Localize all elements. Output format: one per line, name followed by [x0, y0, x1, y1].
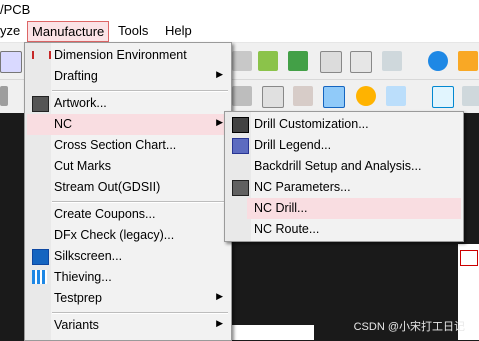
menu-item-drill-customization[interactable]: Drill Customization...: [227, 114, 461, 135]
menu-item-drill-legend[interactable]: Drill Legend...: [227, 135, 461, 156]
camera-icon[interactable]: [232, 86, 252, 106]
menu-item-silkscreen[interactable]: Silkscreen...: [27, 246, 229, 267]
dfa-icon[interactable]: [382, 51, 402, 71]
info-icon[interactable]: [428, 51, 448, 71]
menu-item-nc-drill[interactable]: NC Drill...: [247, 198, 461, 219]
toolbar-handle-icon: [0, 86, 8, 106]
menu-item-nc-parameters[interactable]: NC Parameters...: [227, 177, 461, 198]
menu-item-backdrill-setup[interactable]: Backdrill Setup and Analysis...: [227, 156, 461, 177]
menu-manufacture[interactable]: Manufacture: [27, 21, 110, 42]
menu-item-create-coupons[interactable]: Create Coupons...: [27, 204, 229, 225]
submenu-arrow-icon: ▶: [216, 291, 223, 301]
menu-separator: [52, 312, 228, 314]
thieving-icon: [32, 270, 47, 284]
select-icon[interactable]: [323, 86, 345, 108]
drill-legend-icon: [232, 138, 249, 154]
nc-submenu: Drill Customization... Drill Legend... B…: [224, 111, 464, 242]
dimension-icon: [32, 51, 51, 59]
toolbar-tool-icon[interactable]: [232, 51, 252, 71]
menu-item-testprep[interactable]: Testprep ▶: [27, 288, 229, 309]
highlight-icon[interactable]: [356, 86, 376, 106]
dfm-icon[interactable]: [350, 51, 372, 73]
array-icon[interactable]: [386, 86, 406, 106]
status-panel: [232, 325, 314, 340]
panel-tool-icon[interactable]: [460, 250, 478, 266]
menu-tools[interactable]: Tools: [118, 23, 148, 38]
menu-analyze[interactable]: yze: [0, 23, 20, 38]
menu-item-cut-marks[interactable]: Cut Marks: [27, 156, 229, 177]
slide-icon[interactable]: [462, 86, 479, 106]
menu-item-nc-route[interactable]: NC Route...: [227, 219, 461, 240]
menu-item-nc[interactable]: NC ▶: [27, 114, 229, 135]
menu-help[interactable]: Help: [165, 23, 192, 38]
menu-bar: yze Manufacture Tools Help: [0, 20, 479, 43]
title-bar: /PCB: [0, 0, 479, 20]
manufacture-menu: Dimension Environment Drafting ▶ Artwork…: [24, 42, 232, 341]
component-icon[interactable]: [258, 51, 278, 71]
watermark: CSDN @小宋打工日记: [353, 321, 465, 333]
submenu-arrow-icon: ▶: [216, 117, 223, 127]
grid-icon[interactable]: [320, 51, 342, 73]
refdes-icon[interactable]: [262, 86, 284, 108]
menu-item-cross-section-chart[interactable]: Cross Section Chart...: [27, 135, 229, 156]
zoom-icon[interactable]: [0, 51, 22, 73]
menu-item-stream-out[interactable]: Stream Out(GDSII): [27, 177, 229, 198]
submenu-arrow-icon: ▶: [216, 69, 223, 79]
artwork-icon: [32, 96, 49, 112]
window-title: /PCB: [0, 2, 31, 17]
layers-icon[interactable]: [288, 51, 308, 71]
menu-item-artwork[interactable]: Artwork...: [27, 93, 229, 114]
nc-parameters-icon: [232, 180, 249, 196]
menu-item-dimension-environment[interactable]: Dimension Environment: [27, 45, 229, 66]
menu-item-variants[interactable]: Variants ▶: [27, 315, 229, 336]
submenu-arrow-icon: ▶: [216, 318, 223, 328]
menu-separator: [52, 90, 228, 92]
menu-separator: [52, 201, 228, 203]
silkscreen-icon: [32, 249, 49, 265]
menu-item-dfx-check[interactable]: DFx Check (legacy)...: [27, 225, 229, 246]
drill-customization-icon: [232, 117, 249, 133]
menu-item-thieving[interactable]: Thieving...: [27, 267, 229, 288]
notes-icon[interactable]: [293, 86, 313, 106]
menu-item-drafting[interactable]: Drafting ▶: [27, 66, 229, 87]
route-icon[interactable]: [432, 86, 454, 108]
properties-icon[interactable]: [458, 51, 478, 71]
